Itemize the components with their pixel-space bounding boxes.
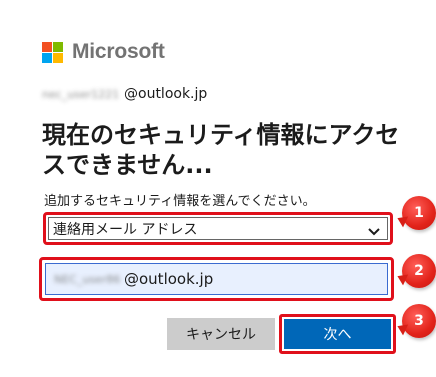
brand-name: Microsoft <box>72 40 165 63</box>
highlight-box-1: 連絡用メール アドレス <box>43 212 393 245</box>
callout-badge-1: 1 <box>402 196 436 230</box>
cancel-button[interactable]: キャンセル <box>167 318 275 350</box>
security-method-value: 連絡用メール アドレス <box>53 221 198 238</box>
logo-square-yellow <box>53 52 63 63</box>
callout-number-1: 1 <box>414 205 424 221</box>
highlight-box-2: NEC_user86 @outlook.jp <box>39 257 394 301</box>
callout-badge-2: 2 <box>402 254 436 288</box>
next-button[interactable]: 次へ <box>284 319 391 349</box>
security-method-select[interactable]: 連絡用メール アドレス <box>48 217 388 240</box>
microsoft-logo: Microsoft <box>42 40 165 64</box>
logo-square-blue <box>42 52 52 63</box>
callout-badge-3: 3 <box>402 304 436 338</box>
microsoft-logo-icon <box>42 41 63 63</box>
page-title: 現在のセキュリティ情報にアクセスできません... <box>42 121 400 179</box>
instruction-text: 追加するセキュリティ情報を選んでください。 <box>44 194 316 209</box>
blurred-email-user: NEC_user86 <box>54 272 121 286</box>
chevron-down-icon <box>368 228 380 236</box>
highlight-box-3: 次へ <box>279 314 396 354</box>
blurred-username: nec_user1221 <box>42 87 120 101</box>
email-domain: @outlook.jp <box>124 270 214 288</box>
callout-number-3: 3 <box>414 313 424 329</box>
account-domain: @outlook.jp <box>124 86 208 102</box>
account-identity: nec_user1221 @outlook.jp <box>42 84 207 104</box>
logo-square-red <box>42 41 52 52</box>
email-field[interactable]: NEC_user86 @outlook.jp <box>45 263 388 295</box>
logo-square-green <box>53 41 63 52</box>
callout-number-2: 2 <box>414 263 424 279</box>
